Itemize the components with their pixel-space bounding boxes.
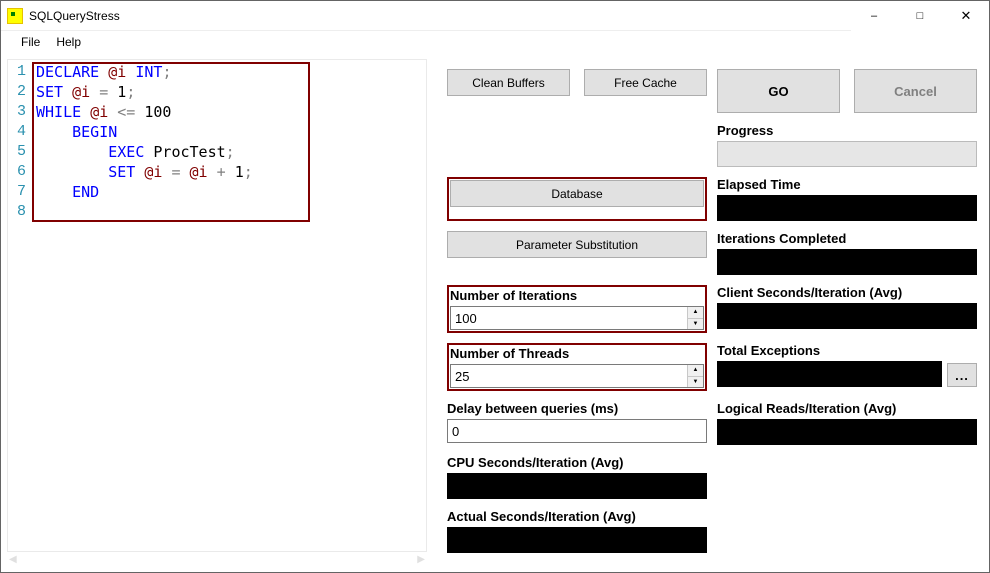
delay-label: Delay between queries (ms) xyxy=(447,401,707,416)
client-seconds-label: Client Seconds/Iteration (Avg) xyxy=(717,285,977,300)
delay-input[interactable] xyxy=(447,419,707,443)
scroll-right-icon[interactable]: ▶ xyxy=(417,554,425,565)
maximize-button[interactable]: □ xyxy=(897,1,943,31)
client-seconds-value xyxy=(717,303,977,329)
right-pane: Clean Buffers Free Cache GO Cancel Progr… xyxy=(437,59,983,566)
actual-seconds-label: Actual Seconds/Iteration (Avg) xyxy=(447,509,707,524)
left-pane: 12345678 DECLARE @i INT; SET @i = 1; WHI… xyxy=(7,59,427,566)
iterations-up-icon[interactable]: ▲ xyxy=(688,307,703,319)
total-exceptions-value xyxy=(717,361,942,387)
elapsed-time-label: Elapsed Time xyxy=(717,177,977,192)
exceptions-details-button[interactable]: ... xyxy=(947,363,977,387)
logical-reads-label: Logical Reads/Iteration (Avg) xyxy=(717,401,977,416)
scroll-left-icon[interactable]: ◀ xyxy=(9,554,17,565)
go-button[interactable]: GO xyxy=(717,69,840,113)
threads-field[interactable] xyxy=(451,365,687,387)
threads-label: Number of Threads xyxy=(450,346,704,361)
app-icon xyxy=(7,8,23,24)
progress-label: Progress xyxy=(717,123,977,138)
logical-reads-value xyxy=(717,419,977,445)
iterations-completed-label: Iterations Completed xyxy=(717,231,977,246)
elapsed-time-value xyxy=(717,195,977,221)
cpu-seconds-value xyxy=(447,473,707,499)
minimize-button[interactable]: – xyxy=(851,1,897,31)
iterations-completed-value xyxy=(717,249,977,275)
menubar: File Help xyxy=(1,31,989,53)
free-cache-button[interactable]: Free Cache xyxy=(584,69,707,96)
content-area: 12345678 DECLARE @i INT; SET @i = 1; WHI… xyxy=(1,53,989,572)
titlebar: SQLQueryStress – □ ✕ xyxy=(1,1,989,31)
menu-file[interactable]: File xyxy=(21,35,40,49)
iterations-label: Number of Iterations xyxy=(450,288,704,303)
actual-seconds-value xyxy=(447,527,707,553)
parameter-substitution-button[interactable]: Parameter Substitution xyxy=(447,231,707,258)
sql-editor[interactable]: 12345678 DECLARE @i INT; SET @i = 1; WHI… xyxy=(7,59,427,552)
code-text[interactable]: DECLARE @i INT; SET @i = 1; WHILE @i <= … xyxy=(30,62,426,222)
iterations-field[interactable] xyxy=(451,307,687,329)
threads-input[interactable]: ▲ ▼ xyxy=(450,364,704,388)
progress-bar xyxy=(717,141,977,167)
database-button[interactable]: Database xyxy=(450,180,704,207)
iterations-down-icon[interactable]: ▼ xyxy=(688,319,703,330)
menu-help[interactable]: Help xyxy=(56,35,81,49)
line-gutter: 12345678 xyxy=(8,62,30,222)
total-exceptions-label: Total Exceptions xyxy=(717,343,977,358)
iterations-input[interactable]: ▲ ▼ xyxy=(450,306,704,330)
editor-scrollbar[interactable]: ◀ ▶ xyxy=(7,552,427,566)
clean-buffers-button[interactable]: Clean Buffers xyxy=(447,69,570,96)
cpu-seconds-label: CPU Seconds/Iteration (Avg) xyxy=(447,455,707,470)
threads-up-icon[interactable]: ▲ xyxy=(688,365,703,377)
cancel-button[interactable]: Cancel xyxy=(854,69,977,113)
app-window: SQLQueryStress – □ ✕ File Help 12345678 … xyxy=(0,0,990,573)
window-title: SQLQueryStress xyxy=(29,9,120,23)
threads-down-icon[interactable]: ▼ xyxy=(688,377,703,388)
close-button[interactable]: ✕ xyxy=(943,1,989,31)
